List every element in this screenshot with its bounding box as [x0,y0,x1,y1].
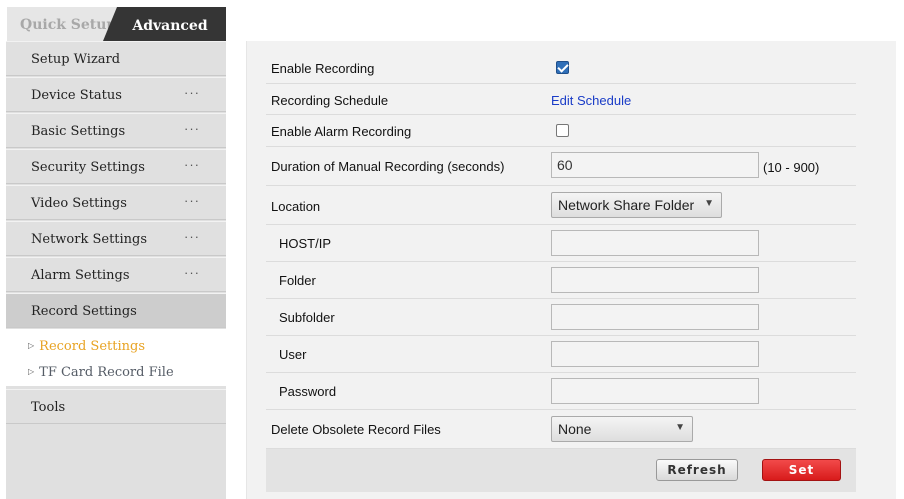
more-icon: ··· [184,193,200,208]
user-input[interactable] [551,341,759,367]
sidebar-item-label: Record Settings [31,304,137,319]
sidebar-item-label: Tools [31,400,66,415]
sidebar-item-setup-wizard[interactable]: Setup Wizard [6,41,226,76]
subfolder-label: Subfolder [279,310,335,325]
subfolder-input[interactable] [551,304,759,330]
sidebar: Setup Wizard Device Status ··· Basic Set… [6,41,226,499]
delete-obsolete-select[interactable]: None ▼ [551,416,693,442]
sidebar-item-label: Basic Settings [31,124,126,139]
edit-schedule-link[interactable]: Edit Schedule [551,93,631,108]
submenu-item-label: Record Settings [39,339,145,354]
location-label: Location [271,199,321,214]
dropdown-arrow-icon: ▼ [704,198,714,209]
more-icon: ··· [184,229,200,244]
password-input[interactable] [551,378,759,404]
host-input[interactable] [551,230,759,256]
sidebar-item-label: Device Status [31,88,122,103]
chevron-right-icon: ▷ [28,367,35,376]
dropdown-arrow-icon: ▼ [675,422,685,433]
location-select[interactable]: Network Share Folder ▼ [551,192,722,218]
folder-input[interactable] [551,267,759,293]
recording-schedule-label: Recording Schedule [271,93,389,108]
record-submenu: ▷ Record Settings ▷ TF Card Record File [6,329,226,386]
sidebar-item-video-settings[interactable]: Video Settings ··· [6,185,226,220]
duration-input[interactable]: 60 [551,152,759,178]
set-button[interactable]: Set [762,459,841,481]
sidebar-item-label: Alarm Settings [31,268,130,283]
sidebar-item-tools[interactable]: Tools [6,389,226,424]
sidebar-item-label: Network Settings [31,232,148,247]
duration-label: Duration of Manual Recording (seconds) [271,159,505,174]
sidebar-item-network-settings[interactable]: Network Settings ··· [6,221,226,256]
submenu-item-record-settings[interactable]: ▷ Record Settings [28,339,145,354]
duration-range-hint: (10 - 900) [763,160,820,175]
submenu-item-tf-card-record-file[interactable]: ▷ TF Card Record File [28,365,174,380]
password-label: Password [279,384,337,399]
sidebar-item-record-settings[interactable]: Record Settings [6,293,226,328]
more-icon: ··· [184,265,200,280]
user-label: User [279,347,307,362]
sidebar-item-label: Setup Wizard [31,52,121,67]
location-select-value: Network Share Folder [558,197,695,213]
sidebar-item-label: Video Settings [31,196,127,211]
chevron-right-icon: ▷ [28,341,35,350]
enable-recording-label: Enable Recording [271,61,375,76]
sidebar-item-device-status[interactable]: Device Status ··· [6,77,226,112]
delete-obsolete-select-value: None [558,421,592,437]
host-label: HOST/IP [279,236,332,251]
more-icon: ··· [184,157,200,172]
alarm-recording-checkbox[interactable] [556,124,569,137]
sidebar-item-basic-settings[interactable]: Basic Settings ··· [6,113,226,148]
sidebar-item-label: Security Settings [31,160,145,175]
tab-quick-setup[interactable]: Quick Setup [7,7,117,41]
folder-label: Folder [279,273,316,288]
alarm-recording-label: Enable Alarm Recording [271,124,412,139]
enable-recording-checkbox[interactable] [556,61,569,74]
more-icon: ··· [184,85,200,100]
delete-obsolete-label: Delete Obsolete Record Files [271,422,441,437]
refresh-button[interactable]: Refresh [656,459,738,481]
sidebar-item-security-settings[interactable]: Security Settings ··· [6,149,226,184]
more-icon: ··· [184,121,200,136]
sidebar-item-alarm-settings[interactable]: Alarm Settings ··· [6,257,226,292]
submenu-item-label: TF Card Record File [39,365,174,380]
